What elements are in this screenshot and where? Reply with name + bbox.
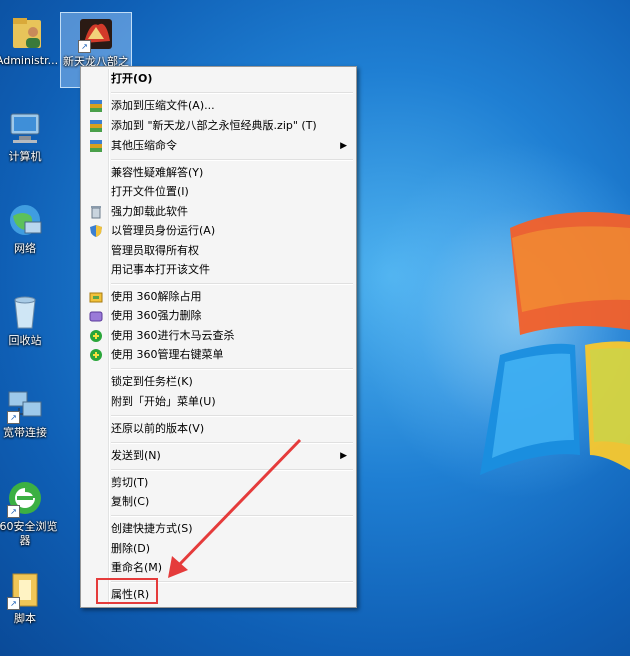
- annotation-arrow: [168, 438, 302, 578]
- desktop: Administr... ↗ 新天龙八部之 计算机 网络 回收站 ↗ 宽带连接: [0, 0, 630, 656]
